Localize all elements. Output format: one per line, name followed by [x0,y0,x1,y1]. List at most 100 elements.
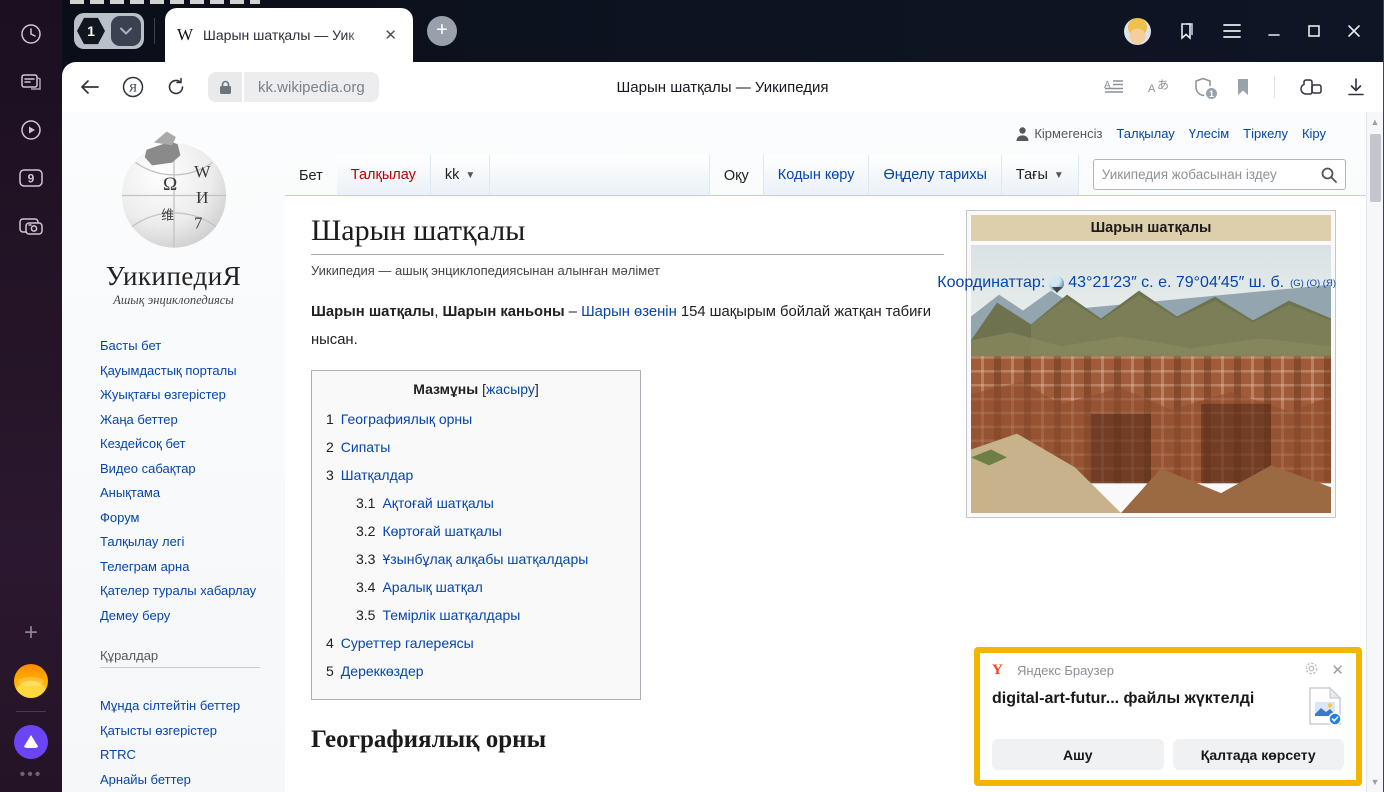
screenshot-icon[interactable] [14,209,48,243]
tab-group-chevron-icon[interactable] [111,16,141,46]
url-field[interactable]: kk.wikipedia.org [244,72,379,102]
user-contrib-link[interactable]: Үлесім [1189,126,1229,141]
user-talk-link[interactable]: Талқылау [1116,126,1174,141]
toc-link[interactable]: Сипаты [341,439,390,455]
toc-link[interactable]: Дереккөздер [341,663,424,679]
wiki-search-input[interactable] [1102,167,1321,182]
scroll-down-arrow[interactable]: ▼ [1371,772,1380,792]
toc-link[interactable]: Суреттер галереясы [341,635,474,651]
coordinates-globe-icon[interactable] [1049,276,1064,291]
wiki-nav-link[interactable]: Жаңа беттер [100,408,285,433]
wiki-nav-link[interactable]: Қателер туралы хабарлау [100,579,285,604]
toc-link[interactable]: Ақтоғай шатқалы [382,495,493,511]
tab-more-dropdown[interactable]: Тағы▼ [1002,155,1079,195]
coordinates-link[interactable]: 43°21′23″ с. е. 79°04′45″ ш. б. [1068,274,1284,292]
close-button[interactable] [1347,24,1361,38]
address-bar: Я kk.wikipedia.org Шарын шатқалы — Уикип… [62,62,1383,112]
charyn-river-link[interactable]: Шарын өзенін [581,304,677,320]
wiki-nav-link[interactable]: Қауымдастық порталы [100,359,285,384]
alice-assistant-icon[interactable] [14,725,48,759]
svg-text:A: A [1148,83,1156,95]
sidebar-more-icon[interactable]: ••• [20,766,43,784]
open-file-button[interactable]: Ашу [992,739,1164,770]
toc-link[interactable]: Ұзынбұлақ алқабы шатқалдары [382,551,588,567]
tab-language-selector[interactable]: kk▼ [431,155,490,195]
tab-history[interactable]: Өңделу тарихы [869,155,1001,195]
wiki-search-box [1093,159,1346,190]
popup-settings-icon[interactable] [1304,661,1319,679]
page-scrollbar[interactable]: ▲ ▼ [1366,112,1383,792]
svg-text:9: 9 [28,172,35,186]
svg-text:维: 维 [161,208,174,223]
protect-shield-icon[interactable]: 1 [1194,77,1212,97]
tab-view-source[interactable]: Кодын көру [763,155,870,195]
maximize-button[interactable] [1307,24,1321,38]
tab-close-icon[interactable]: ✕ [380,24,401,46]
toc-link[interactable]: Темірлік шатқалдары [382,607,520,623]
wiki-nav-link[interactable]: Форум [100,506,285,531]
svg-text:Я: Я [129,81,137,95]
notes-icon[interactable] [14,65,48,99]
history-icon[interactable] [14,17,48,51]
toc-title: Мазмұны [413,381,478,397]
svg-text:W: W [194,162,211,181]
wiki-nav-link[interactable]: Басты бет [100,334,285,359]
toc-item: 3Шатқалдар [326,461,626,489]
toc-link[interactable]: Аралық шатқал [382,579,482,595]
video-icon[interactable] [14,113,48,147]
wiki-tools-link[interactable]: Арнайы беттер [100,768,285,792]
search-icon[interactable] [1321,167,1337,183]
toc-link[interactable]: Көртоғай шатқалы [382,523,501,539]
active-tab[interactable]: W Шарын шатқалы — Уик ✕ [165,8,413,62]
tab-group-chip[interactable]: 1 [74,13,144,49]
svg-text:И: И [195,188,208,207]
new-tab-button[interactable]: + [427,16,457,46]
downloads-icon[interactable] [1347,77,1365,97]
wiki-tools-link[interactable]: Қатысты өзгерістер [100,719,285,744]
menu-icon[interactable] [1223,24,1241,38]
wikipedia-logo[interactable]: W Ω И 维 7 УикипедиЯ Ашық энциклопедиясы [74,126,274,308]
tab-page[interactable]: Бет [285,156,337,196]
downloaded-file-icon[interactable] [1308,686,1342,726]
back-button[interactable] [80,79,100,95]
wiki-nav-link[interactable]: Видео сабақтар [100,457,285,482]
toc-link[interactable]: Шатқалдар [341,467,414,483]
coordinates-sups[interactable]: (G) (O) (Я) [1290,278,1336,289]
bookmark-flag-icon[interactable] [1236,78,1250,96]
wiki-tools-link[interactable]: Мұнда сілтейтін беттер [100,694,285,719]
profile-avatar[interactable] [1124,18,1151,45]
translate-icon[interactable]: Aあ [1148,78,1170,96]
reload-button[interactable] [166,77,186,97]
wikipedia-favicon: W [177,25,193,45]
article-tagline: Уикипедия — ашық энциклопедиясынан алынғ… [311,263,660,278]
show-in-folder-button[interactable]: Қалтада көрсету [1173,739,1345,770]
wiki-nav-link[interactable]: Талқылау легі [100,530,285,555]
reader-mode-icon[interactable]: A [1104,79,1124,95]
wiki-tools-link[interactable]: RTRC [100,743,285,768]
scroll-up-arrow[interactable]: ▲ [1371,112,1380,132]
toc-hide-link[interactable]: жасыру [486,381,535,397]
toc-item: 3.5Темірлік шатқалдары [326,601,626,629]
toc-link[interactable]: Географиялық орны [341,411,472,427]
wiki-nav-link[interactable]: Жуықтағы өзгерістер [100,383,285,408]
site-security-lock-icon[interactable] [208,72,242,102]
popup-close-icon[interactable]: ✕ [1331,661,1344,679]
user-register-link[interactable]: Тіркелу [1243,126,1288,141]
wiki-nav-link[interactable]: Анықтама [100,481,285,506]
extensions-icon[interactable] [1299,77,1323,97]
clipped-title-fragment [70,0,260,4]
tabs-counter[interactable]: 9 [14,161,48,195]
yandex-search-button[interactable]: Я [122,76,144,98]
wiki-nav-link[interactable]: Демеу беру [100,604,285,629]
wiki-nav-link[interactable]: Телеграм арна [100,555,285,580]
user-login-link[interactable]: Кіру [1302,126,1326,141]
scroll-thumb[interactable] [1370,134,1381,202]
wiki-nav-link[interactable]: Кездейсоқ бет [100,432,285,457]
wiki-nav-links: Басты бетҚауымдастық порталыЖуықтағы өзг… [100,334,285,628]
bookmarks-icon[interactable] [1177,21,1197,41]
add-panel-icon[interactable]: + [14,616,48,650]
tab-discussion[interactable]: Талқылау [337,155,431,195]
minimize-button[interactable] [1267,24,1281,38]
yandex-browser-logo[interactable] [14,664,48,698]
tab-read[interactable]: Оқу [710,156,763,196]
